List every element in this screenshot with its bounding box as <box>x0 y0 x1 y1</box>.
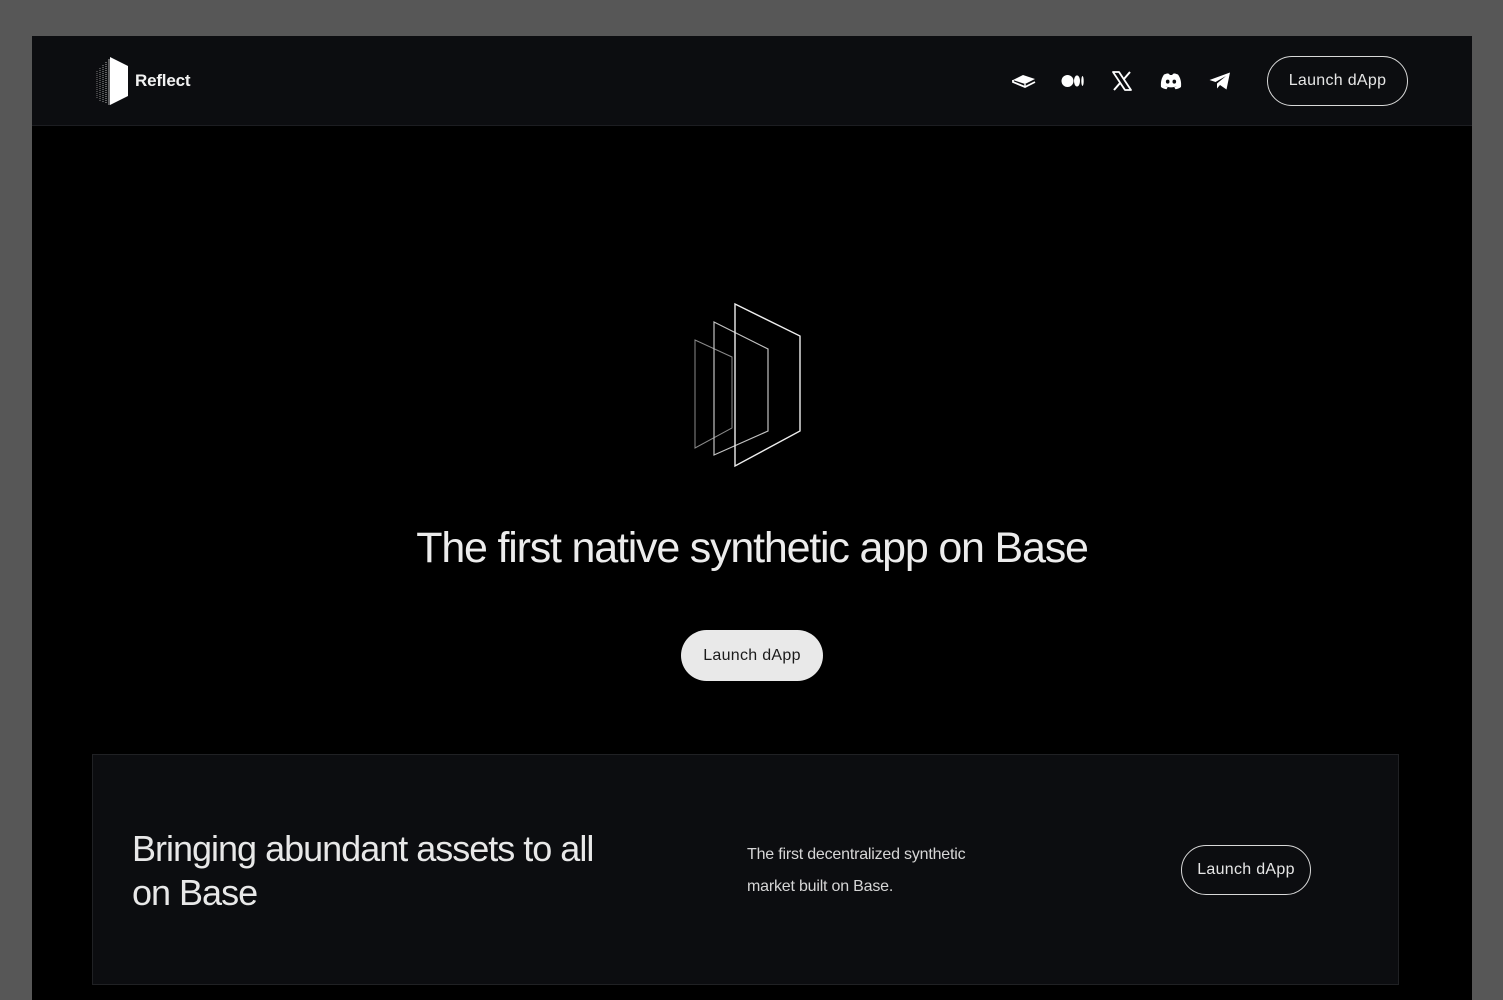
gitbook-icon <box>1012 75 1036 88</box>
hero-logo-icon <box>694 302 801 468</box>
nav-launch-dapp-button[interactable]: Launch dApp <box>1267 56 1408 106</box>
x-icon <box>1112 71 1132 91</box>
gitbook-link[interactable] <box>1010 67 1038 95</box>
page-frame: Reflect Launch dApp The first native syn… <box>32 36 1472 1000</box>
feature-card: Bringing abundant assets to all on Base … <box>92 754 1399 985</box>
feature-heading: Bringing abundant assets to all on Base <box>132 828 594 913</box>
hero-title: The first native synthetic app on Base <box>416 524 1089 572</box>
telegram-link[interactable] <box>1206 67 1234 95</box>
telegram-icon <box>1209 72 1230 90</box>
hero-launch-dapp-button[interactable]: Launch dApp <box>681 630 823 681</box>
feature-description: The first decentralized synthetic market… <box>747 846 966 895</box>
x-link[interactable] <box>1108 67 1136 95</box>
discord-icon <box>1160 73 1182 90</box>
medium-link[interactable] <box>1059 67 1087 95</box>
brand-name: Reflect <box>135 71 191 90</box>
discord-link[interactable] <box>1157 67 1185 95</box>
feature-launch-dapp-button[interactable]: Launch dApp <box>1181 845 1311 895</box>
medium-icon <box>1061 75 1084 87</box>
top-navbar: Reflect Launch dApp <box>32 36 1472 126</box>
nav-actions: Launch dApp <box>1010 56 1408 106</box>
reflect-logo-icon <box>96 57 128 105</box>
brand-link[interactable]: Reflect <box>94 55 190 107</box>
